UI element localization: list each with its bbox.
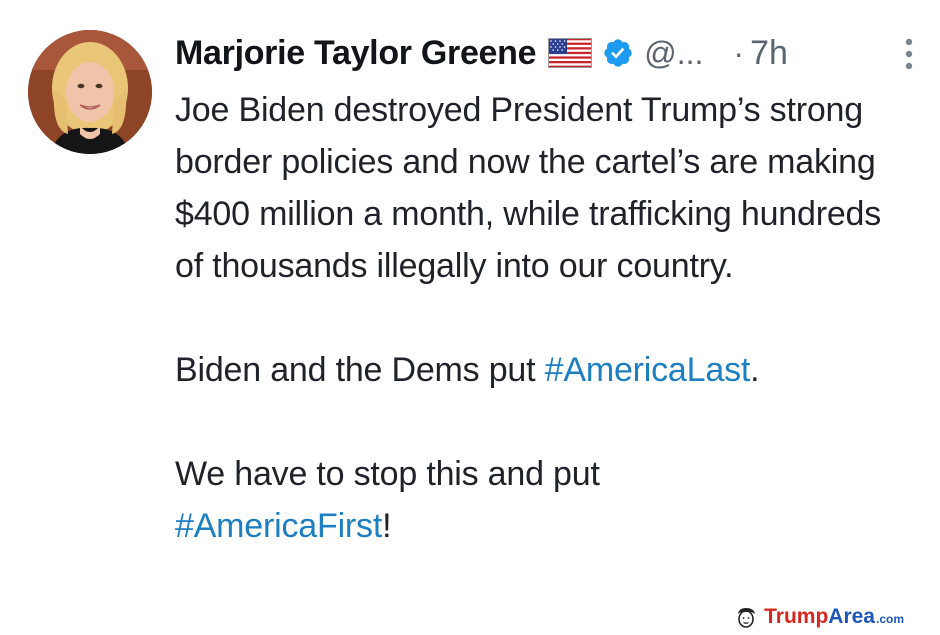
tweet-text-segment: !: [382, 507, 392, 545]
us-flag-icon: [548, 38, 593, 68]
watermark: Trump Area .com: [734, 605, 904, 629]
avatar-portrait: [28, 30, 152, 154]
watermark-text: .com: [875, 612, 904, 626]
author-name[interactable]: Marjorie Taylor Greene: [175, 34, 537, 73]
watermark-text: Trump: [764, 605, 829, 628]
timestamp[interactable]: 7h: [750, 34, 788, 73]
more-vertical-icon[interactable]: [903, 36, 915, 72]
hashtag-link[interactable]: #AmericaLast: [545, 351, 751, 389]
tweet-paragraph: Biden and the Dems put #AmericaLast.: [175, 344, 915, 396]
tweet-content: Marjorie Taylor Greene @... · 7h Joe Bid…: [175, 26, 915, 552]
tweet-text-segment: Biden and the Dems put: [175, 351, 545, 389]
author-handle[interactable]: @...: [644, 35, 703, 72]
avatar[interactable]: [28, 30, 152, 154]
tweet-text-segment: .: [750, 351, 760, 389]
tweet-text-segment: We have to stop this and put: [175, 455, 600, 493]
watermark-text: Area: [828, 605, 875, 628]
verified-badge-icon: [602, 37, 634, 69]
tweet-paragraph: We have to stop this and put #AmericaFir…: [175, 448, 915, 552]
tweet-text: Joe Biden destroyed President Trump’s st…: [175, 84, 915, 552]
hashtag-link[interactable]: #AmericaFirst: [175, 507, 382, 545]
separator-dot: ·: [733, 34, 745, 71]
tweet-paragraph: Joe Biden destroyed President Trump’s st…: [175, 91, 882, 285]
trump-face-icon: [734, 605, 758, 629]
tweet-header: Marjorie Taylor Greene @... · 7h: [175, 26, 915, 80]
tweet-card[interactable]: Marjorie Taylor Greene @... · 7h Joe Bid…: [0, 0, 940, 635]
